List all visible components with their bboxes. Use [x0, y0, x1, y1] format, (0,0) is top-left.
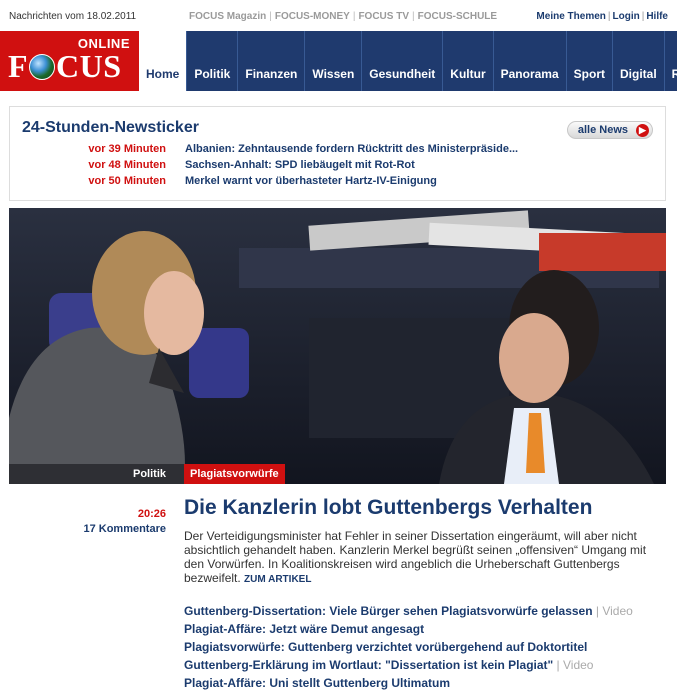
nav-item-kultur[interactable]: Kultur	[443, 31, 494, 91]
related-link[interactable]: Guttenberg-Erklärung im Wortlaut: "Disse…	[184, 656, 664, 674]
ticker-time: vor 50 Minuten	[88, 175, 166, 187]
main-nav: ONLINE F CUS Home Politik Finanzen Wissen…	[0, 31, 677, 91]
video-label: | Video	[592, 604, 633, 618]
ticker-time: vor 48 Minuten	[88, 159, 166, 171]
link-login[interactable]: Login	[613, 11, 640, 22]
related-link[interactable]: Plagiat-Affäre: Uni stellt Guttenberg Ul…	[184, 674, 664, 692]
arrow-right-icon: ▶	[636, 124, 649, 137]
related-link[interactable]: Plagiat-Affäre: Jetzt wäre Demut angesag…	[184, 620, 664, 638]
link-focus-tv[interactable]: FOCUS TV	[358, 11, 409, 22]
nav-item-finanzen[interactable]: Finanzen	[238, 31, 306, 91]
portal-links: FOCUS Magazin | FOCUS-MONEY | FOCUS TV | FOCUS…	[189, 11, 498, 22]
focus-online-logo[interactable]: ONLINE F CUS	[0, 31, 139, 91]
newsticker-box: 24-Stunden-Newsticker alle News ▶ vor 39…	[9, 106, 666, 201]
user-links: Meine Themen | Login | Hilfe	[536, 11, 668, 22]
nav-item-reisen[interactable]: Reis	[665, 31, 677, 91]
hero-topic-tag[interactable]: Plagiatsvorwürfe	[184, 464, 285, 484]
related-link[interactable]: Guttenberg-Dissertation: Viele Bürger se…	[184, 602, 664, 620]
nav-item-sport[interactable]: Sport	[567, 31, 613, 91]
read-more-link[interactable]: ZUM ARTIKEL	[244, 574, 311, 585]
nav-item-digital[interactable]: Digital	[613, 31, 665, 91]
nav-item-wissen[interactable]: Wissen	[305, 31, 363, 91]
link-focus-schule[interactable]: FOCUS-SCHULE	[418, 11, 497, 22]
nav-items: Home Politik Finanzen Wissen Gesundheit …	[139, 31, 677, 91]
nav-item-home[interactable]: Home	[139, 31, 188, 91]
related-link[interactable]: Plagiatsvorwürfe: Guttenberg verzichtet …	[184, 638, 664, 656]
hero-category-label[interactable]: Politik	[9, 464, 184, 484]
ticker-headline[interactable]: Merkel warnt vor überhasteter Hartz-IV-E…	[185, 175, 437, 187]
hero-photo	[9, 208, 666, 484]
link-meine-themen[interactable]: Meine Themen	[536, 11, 605, 22]
article-comments-link[interactable]: 17 Kommentare	[83, 523, 166, 535]
article-time: 20:26	[137, 508, 166, 520]
related-links: Guttenberg-Dissertation: Viele Bürger se…	[184, 602, 664, 692]
newsticker-title: 24-Stunden-Newsticker	[22, 119, 199, 136]
ticker-headline[interactable]: Sachsen-Anhalt: SPD liebäugelt mit Rot-R…	[185, 159, 415, 171]
video-label: | Video	[553, 658, 594, 672]
top-bar: Nachrichten vom 18.02.2011 FOCUS Magazin…	[0, 0, 677, 31]
all-news-label: alle News	[577, 124, 628, 136]
ticker-row: vor 50 Minuten Merkel warnt vor überhast…	[10, 175, 665, 191]
nav-item-politik[interactable]: Politik	[187, 31, 239, 91]
globe-icon	[29, 54, 56, 80]
hero-image[interactable]: Politik Plagiatsvorwürfe	[9, 208, 666, 484]
ticker-headline[interactable]: Albanien: Zehntausende fordern Rücktritt…	[185, 143, 518, 155]
ticker-row: vor 48 Minuten Sachsen-Anhalt: SPD liebä…	[10, 159, 665, 175]
logo-focus-text: F CUS	[8, 48, 122, 84]
ticker-time: vor 39 Minuten	[88, 143, 166, 155]
link-focus-money[interactable]: FOCUS-MONEY	[275, 11, 350, 22]
link-hilfe[interactable]: Hilfe	[646, 11, 668, 22]
ticker-row: vor 39 Minuten Albanien: Zehntausende fo…	[10, 143, 665, 159]
article-headline[interactable]: Die Kanzlerin lobt Guttenbergs Verhalten	[184, 496, 592, 520]
link-focus-magazin[interactable]: FOCUS Magazin	[189, 11, 266, 22]
nav-item-gesundheit[interactable]: Gesundheit	[362, 31, 444, 91]
date-label: Nachrichten vom 18.02.2011	[9, 11, 137, 22]
article-teaser: Der Verteidigungsminister hat Fehler in …	[184, 529, 662, 587]
all-news-button[interactable]: alle News ▶	[566, 121, 653, 139]
nav-item-panorama[interactable]: Panorama	[494, 31, 567, 91]
